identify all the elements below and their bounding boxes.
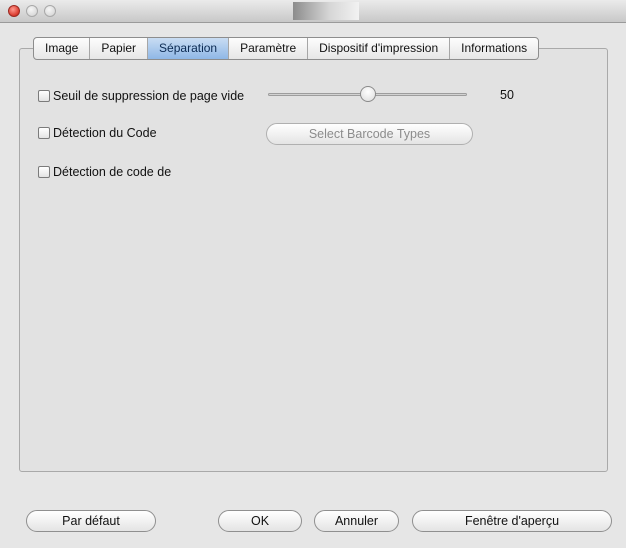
tab-separation[interactable]: Séparation xyxy=(148,38,230,59)
patch-code-checkbox[interactable] xyxy=(38,166,50,178)
tab-papier[interactable]: Papier xyxy=(90,38,149,59)
barcode-detection-label: Détection du Code xyxy=(53,126,157,140)
blank-page-checkbox[interactable] xyxy=(38,90,50,102)
window-title-graphic xyxy=(293,2,359,20)
select-barcode-types-button[interactable]: Select Barcode Types xyxy=(266,123,473,145)
barcode-row: Détection du Code xyxy=(38,126,157,140)
tab-parametre[interactable]: Paramètre xyxy=(229,38,309,59)
tab-image[interactable]: Image xyxy=(34,38,91,59)
patch-code-row: Détection de code de xyxy=(38,165,171,179)
close-window-icon[interactable] xyxy=(8,5,20,17)
title-bar[interactable] xyxy=(0,0,626,23)
preview-window-button[interactable]: Fenêtre d'aperçu xyxy=(412,510,612,532)
cancel-button[interactable]: Annuler xyxy=(314,510,399,532)
slider-value: 50 xyxy=(500,88,514,102)
barcode-detection-checkbox[interactable] xyxy=(38,127,50,139)
tab-content-panel xyxy=(19,48,608,472)
patch-code-label: Détection de code de xyxy=(53,165,172,179)
ok-button[interactable]: OK xyxy=(218,510,302,532)
blank-page-label: Seuil de suppression de page vide xyxy=(53,89,245,103)
tab-dispositif-impression[interactable]: Dispositif d'impression xyxy=(308,38,451,59)
blank-page-row: Seuil de suppression de page vide xyxy=(38,89,244,103)
tab-bar: Image Papier Séparation Paramètre Dispos… xyxy=(33,37,540,60)
default-button[interactable]: Par défaut xyxy=(26,510,156,532)
zoom-window-icon[interactable] xyxy=(44,5,56,17)
tab-informations[interactable]: Informations xyxy=(450,38,538,59)
minimize-window-icon[interactable] xyxy=(26,5,38,17)
slider-thumb[interactable] xyxy=(360,86,376,102)
scanner-settings-window: Image Papier Séparation Paramètre Dispos… xyxy=(0,0,626,548)
